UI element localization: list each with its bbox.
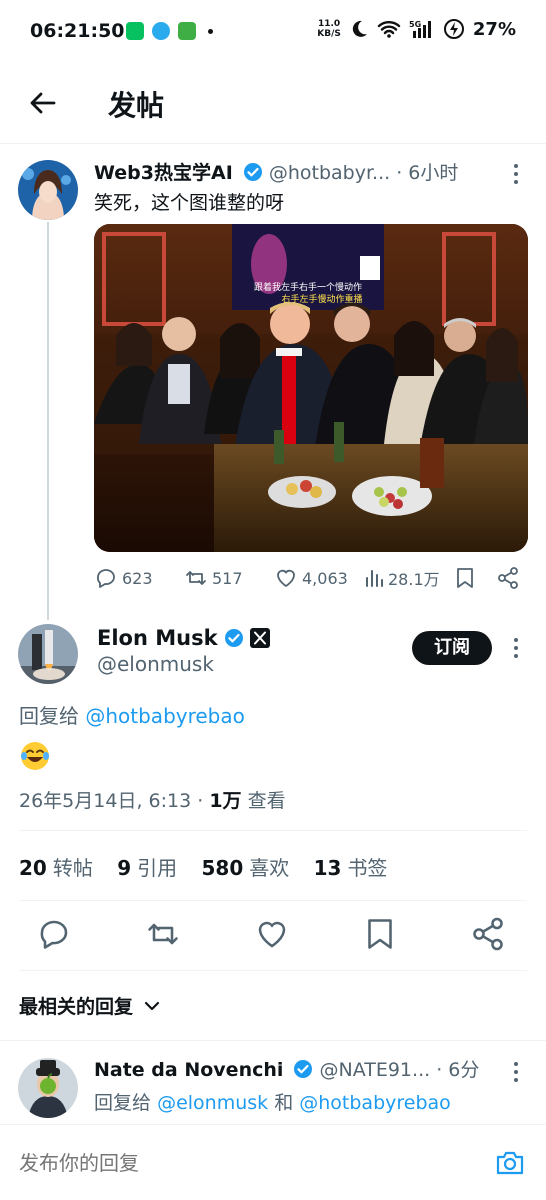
- bookmark-icon[interactable]: [454, 566, 476, 590]
- author-handle[interactable]: @NATE91...: [320, 1059, 431, 1081]
- divider: [19, 830, 527, 831]
- stat-quotes[interactable]: 9 引用: [117, 856, 177, 880]
- tweet-header: Web3热宝学AI @hotbabyr... · 6小时: [94, 158, 524, 186]
- wechat-icon: [126, 22, 144, 40]
- author-name[interactable]: Web3热宝学AI: [94, 162, 233, 184]
- signal-5g-icon: 5G: [409, 20, 431, 38]
- status-bar: 06:21:50 11.0 KB/S 5G 27%: [0, 0, 546, 62]
- avatar-nate[interactable]: [18, 1058, 78, 1118]
- post-meta: 26年5月14日, 6:13 · 1万 查看: [19, 786, 286, 813]
- wifi-icon: [377, 21, 401, 38]
- reply-icon[interactable]: [36, 916, 72, 952]
- views-action[interactable]: 28.1万: [364, 566, 440, 590]
- top-app-bar: 发帖: [0, 62, 546, 144]
- karaoke-lyric-1: 跟着我左手右手一个慢动作: [254, 281, 362, 293]
- engagement-stats: 20 转帖 9 引用 580 喜欢 13 书签: [19, 852, 405, 881]
- moon-icon: [352, 20, 367, 37]
- author-handle[interactable]: @hotbabyr...: [269, 162, 390, 184]
- bookmark-icon[interactable]: [362, 916, 398, 952]
- battery-charging-icon: [443, 19, 464, 39]
- back-arrow-icon[interactable]: [26, 86, 60, 120]
- reply-count: 623: [122, 568, 153, 588]
- divider: [0, 1040, 546, 1041]
- stat-reposts[interactable]: 20 转帖: [19, 856, 93, 880]
- tweet-photo[interactable]: 跟着我左手右手一个慢动作 右手左手慢动作重播: [94, 224, 528, 552]
- thread-line: [47, 222, 49, 620]
- elon-name-row: Elon Musk: [97, 626, 270, 650]
- view-count: 1万: [209, 790, 242, 812]
- svg-text:5G: 5G: [409, 20, 421, 29]
- more-options-icon[interactable]: [506, 634, 526, 662]
- author-name[interactable]: Nate da Novenchi: [94, 1059, 283, 1081]
- more-options-icon[interactable]: [506, 1058, 526, 1086]
- retweet-icon[interactable]: [145, 916, 181, 952]
- reply-to-line: 回复给 @elonmusk 和 @hotbabyrebao: [94, 1092, 451, 1114]
- reply-action[interactable]: 623: [94, 566, 153, 590]
- frog-app-icon: [178, 22, 196, 40]
- tweet-actions: 623 517 4,063 28.1万: [94, 566, 524, 592]
- sort-label: 最相关的回复: [19, 996, 134, 1018]
- chevron-down-icon: [144, 1001, 160, 1010]
- reply-input[interactable]: [19, 1151, 459, 1175]
- divider: [19, 900, 527, 901]
- reply-compose-bar: [0, 1124, 546, 1200]
- share-icon[interactable]: [496, 566, 520, 590]
- reply-icon: [97, 569, 115, 588]
- camera-icon[interactable]: [494, 1147, 526, 1179]
- verified-badge-icon: [243, 163, 262, 181]
- main-tweet-actions: [0, 916, 546, 956]
- telegram-icon: [152, 22, 170, 40]
- views-count: 28.1万: [388, 570, 440, 589]
- more-options-icon[interactable]: [506, 160, 526, 188]
- mention-link[interactable]: @hotbabyrebao: [85, 704, 245, 728]
- stat-bookmarks[interactable]: 13 书签: [314, 856, 388, 880]
- author-name[interactable]: Elon Musk: [97, 626, 218, 650]
- stat-likes[interactable]: 580 喜欢: [201, 856, 289, 880]
- verified-badge-icon: [224, 629, 243, 647]
- verified-badge-icon: [294, 1060, 313, 1078]
- like-count: 4,063: [302, 568, 348, 588]
- status-right: 11.0 KB/S 5G 27%: [317, 18, 516, 40]
- network-speed: 11.0 KB/S: [317, 19, 341, 39]
- avatar-hotbaby[interactable]: [18, 160, 78, 220]
- page-title: 发帖: [108, 89, 165, 122]
- tweet-text: 笑死，这个图谁整的呀: [94, 192, 285, 214]
- retweet-action[interactable]: 517: [184, 566, 243, 590]
- heart-icon: [277, 569, 295, 588]
- battery-level: 27%: [472, 18, 516, 40]
- post-date: 26年5月14日, 6:13 ·: [19, 790, 210, 812]
- views-chart-icon: [366, 570, 383, 587]
- post-time: · 6小时: [396, 162, 459, 184]
- status-time: 06:21:50: [30, 20, 125, 42]
- like-action[interactable]: 4,063: [274, 566, 348, 590]
- view-label: 查看: [241, 790, 286, 812]
- retweet-icon: [186, 571, 206, 585]
- author-handle[interactable]: @elonmusk: [97, 652, 214, 676]
- reply-to-line: 回复给 @hotbabyrebao: [19, 704, 245, 728]
- divider: [19, 970, 527, 971]
- notification-icons: [126, 22, 213, 40]
- more-notifications-dot: [208, 28, 213, 34]
- subscribe-button[interactable]: 订阅: [412, 631, 492, 665]
- share-icon[interactable]: [470, 916, 506, 952]
- post-time: · 6分: [436, 1059, 480, 1081]
- mention-link[interactable]: @elonmusk: [157, 1092, 268, 1114]
- nate-header: Nate da Novenchi @NATE91... · 6分: [94, 1055, 479, 1082]
- avatar-elonmusk[interactable]: [18, 624, 78, 684]
- x-affiliate-icon: [249, 628, 270, 648]
- mention-link[interactable]: @hotbabyrebao: [299, 1092, 451, 1114]
- laughing-tears-emoji-icon: [21, 742, 49, 770]
- retweet-count: 517: [212, 568, 243, 588]
- sort-replies-dropdown[interactable]: 最相关的回复: [19, 992, 161, 1019]
- heart-icon[interactable]: [254, 916, 290, 952]
